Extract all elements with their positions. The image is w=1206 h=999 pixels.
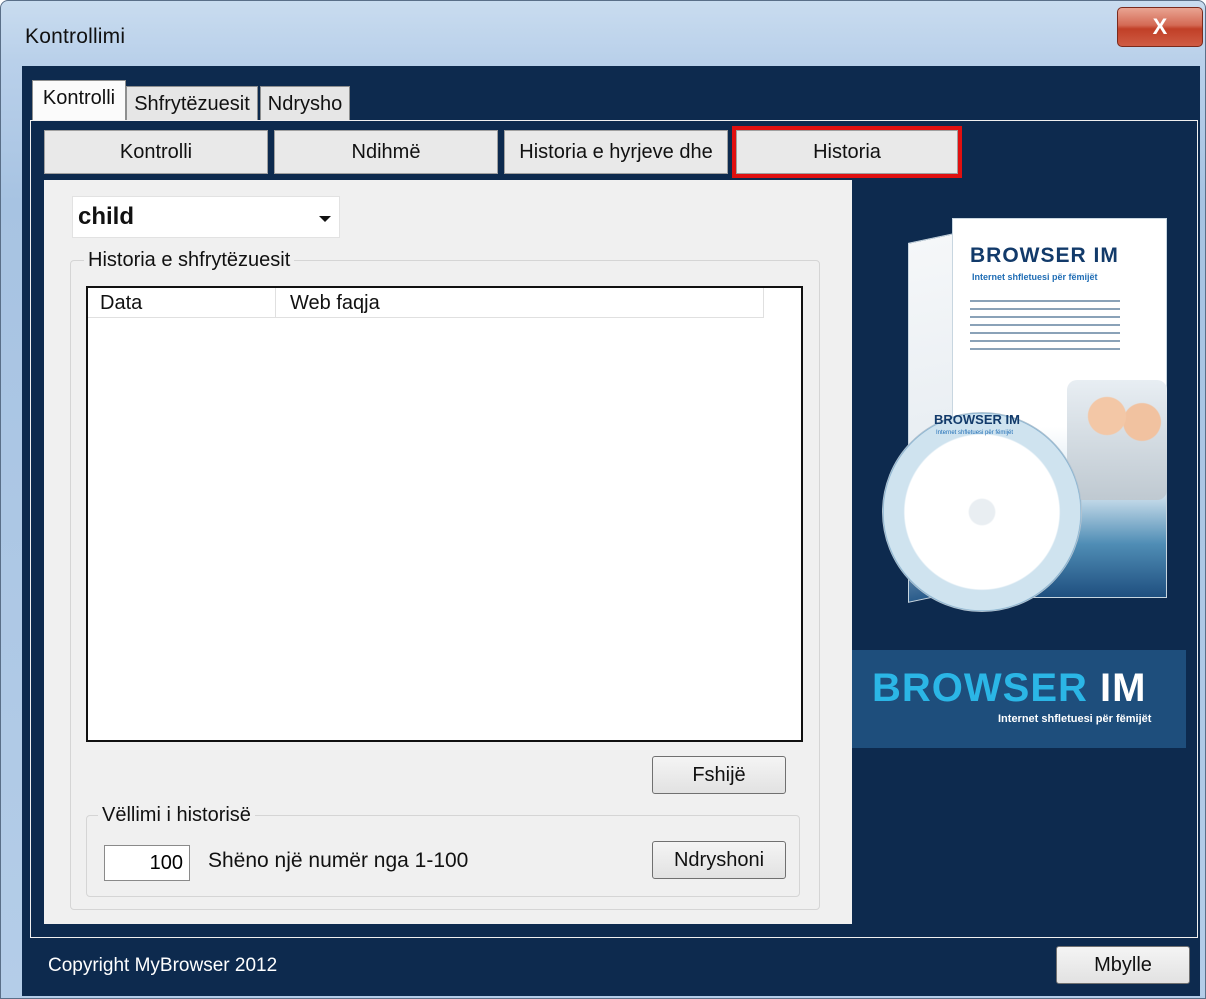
brand-logo-text: BROWSER IM	[872, 666, 1146, 711]
history-list[interactable]: Data Web faqja	[86, 286, 803, 742]
cd-subtitle: Internet shfletuesi për fëmijët	[936, 430, 1014, 436]
volume-group-label: Vëllimi i historisë	[98, 804, 255, 827]
brand-tagline: Internet shfletuesi për fëmijët	[998, 713, 1152, 725]
close-button[interactable]: Mbylle	[1056, 946, 1190, 984]
copyright-text: Copyright MyBrowser 2012	[48, 955, 278, 976]
delete-button[interactable]: Fshijë	[652, 756, 786, 794]
tab-shfrytezuesit[interactable]: Shfrytëzuesit	[126, 86, 258, 122]
brand-logo-part2: IM	[1100, 666, 1147, 710]
history-group-label: Historia e shfrytëzuesit	[84, 249, 295, 272]
column-header-data[interactable]: Data	[88, 288, 276, 318]
children-photo	[1067, 380, 1167, 500]
subtab-historia-e-hyrjeve[interactable]: Historia e hyrjeve dhe	[504, 130, 728, 174]
user-select[interactable]: child	[72, 196, 340, 238]
user-select-value: child	[78, 203, 135, 230]
close-icon: X	[1152, 14, 1168, 39]
history-size-hint: Shëno një numër nga 1-100	[208, 849, 469, 872]
subtab-historia[interactable]: Historia	[732, 126, 962, 178]
window-title: Kontrollimi	[25, 25, 126, 48]
product-box-image: BROWSER IM Internet shfletuesi për fëmij…	[852, 180, 1192, 750]
box-title: BROWSER IM	[970, 244, 1119, 267]
change-button[interactable]: Ndryshoni	[652, 841, 786, 879]
box-feature-lines	[970, 294, 1120, 356]
brand-logo-part1: BROWSER	[872, 666, 1088, 710]
subtab-kontrolli[interactable]: Kontrolli	[44, 130, 268, 174]
dropdown-arrow-icon	[319, 216, 331, 222]
cd-disc	[882, 412, 1082, 612]
cd-title: BROWSER IM	[934, 412, 1020, 427]
tab-kontrolli[interactable]: Kontrolli	[32, 80, 126, 124]
column-header-web-faqja[interactable]: Web faqja	[276, 288, 764, 318]
history-size-input[interactable]: 100	[104, 845, 190, 881]
subtab-ndihme[interactable]: Ndihmë	[274, 130, 498, 174]
close-window-button[interactable]: X	[1117, 7, 1203, 47]
tab-ndrysho[interactable]: Ndrysho	[260, 86, 350, 122]
box-subtitle: Internet shfletuesi për fëmijët	[972, 272, 1098, 282]
